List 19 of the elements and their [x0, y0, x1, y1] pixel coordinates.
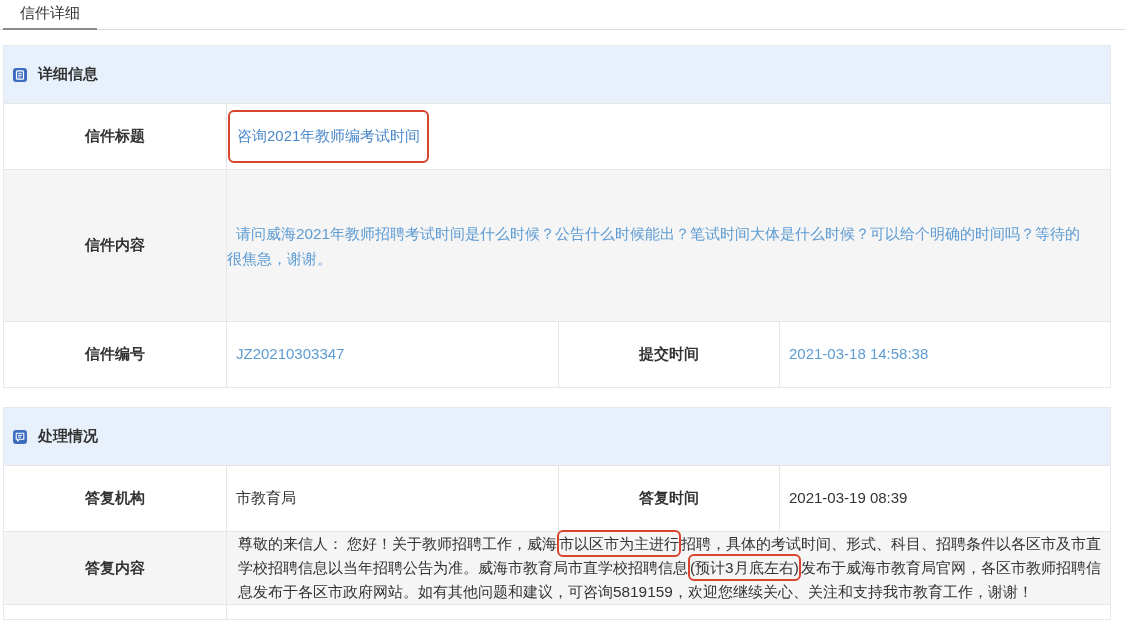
field-label: 信件标题	[85, 126, 145, 147]
field-value: 2021-03-19 08:39	[789, 488, 908, 509]
field-value: 尊敬的来信人： 您好！关于教师招聘工作，威海市以区市为主进行招聘，具体的考试时间、形式、科目、招聘条件以各区市及市直学校招聘信息以当年招聘公告为准。威海市教育局市直学校招聘信息(预计3月底左右)发布于威海市教育局官网，各区市教师招聘信息发布于各区市政府网站。如有其他问题和建议，可咨询5819159，欢迎您继续关心、关注和支持我市教育工作，谢谢！	[227, 527, 1110, 609]
field-value: 咨询2021年教师编考试时间	[228, 110, 430, 163]
section-title: 详细信息	[38, 64, 98, 85]
field-label: 答复时间	[639, 488, 699, 509]
field-label: 提交时间	[639, 344, 699, 365]
field-label: 答复机构	[85, 488, 145, 509]
field-value: 市教育局	[236, 488, 296, 509]
tab[interactable]: 信件详细	[3, 0, 97, 30]
message-icon	[13, 429, 27, 444]
field-label: 信件内容	[85, 235, 145, 256]
field-label: 答复内容	[85, 557, 145, 578]
field-value: 请问威海2021年教师招聘考试时间是什么时候？公告什么时候能出？笔试时间大体是什么时候？可以给个明确的时间吗？等待的很焦急，谢谢。	[227, 223, 1082, 269]
field-value: 2021-03-18 14:58:38	[789, 344, 929, 365]
section-title: 处理情况	[38, 426, 98, 447]
document-icon	[13, 67, 27, 82]
field-label: 信件编号	[85, 344, 145, 365]
field-value: JZ20210303347	[236, 344, 345, 365]
